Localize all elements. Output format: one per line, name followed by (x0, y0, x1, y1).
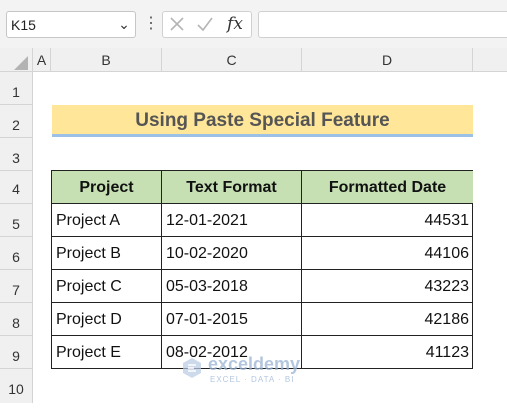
cancel-x-icon[interactable] (166, 14, 188, 36)
sheet-title: Using Paste Special Feature (52, 105, 473, 137)
table-cell-text-format[interactable]: 05-03-2018 (162, 270, 302, 303)
row-header-10[interactable]: 10 (0, 369, 33, 403)
column-header-d[interactable]: D (302, 48, 473, 72)
exceldemy-logo-icon (183, 358, 201, 378)
table-cell-formatted-date[interactable]: 43223 (302, 270, 473, 303)
chevron-down-icon[interactable]: ⌄ (115, 15, 133, 33)
column-header-b[interactable]: B (51, 48, 162, 72)
table-cell-text-format[interactable]: 10-02-2020 (162, 237, 302, 270)
table-cell-project[interactable]: Project A (52, 204, 162, 237)
table-cell-formatted-date[interactable]: 44106 (302, 237, 473, 270)
checkmark-icon[interactable] (194, 14, 216, 36)
header-project: Project (52, 171, 162, 204)
table-cell-project[interactable]: Project E (52, 336, 162, 369)
row-header-8[interactable]: 8 (0, 303, 33, 336)
select-all-triangle-icon (14, 56, 28, 70)
row-header-7[interactable]: 7 (0, 270, 33, 303)
table-cell-formatted-date[interactable]: 42186 (302, 303, 473, 336)
row-header-3[interactable]: 3 (0, 138, 33, 171)
exceldemy-watermark: exceldemy EXCEL · DATA · BI (180, 352, 340, 386)
column-header-c[interactable]: C (162, 48, 302, 72)
watermark-tagline: EXCEL · DATA · BI (210, 375, 295, 384)
row-header-9[interactable]: 9 (0, 336, 33, 369)
insert-function-button[interactable]: fx (224, 13, 246, 35)
table-cell-project[interactable]: Project B (52, 237, 162, 270)
table-cell-formatted-date[interactable]: 44531 (302, 204, 473, 237)
table-cell-project[interactable]: Project D (52, 303, 162, 336)
watermark-name: exceldemy (208, 354, 301, 374)
row-header-6[interactable]: 6 (0, 237, 33, 270)
table-cell-text-format[interactable]: 12-01-2021 (162, 204, 302, 237)
formula-input[interactable] (258, 11, 507, 38)
table-cell-text-format[interactable]: 07-01-2015 (162, 303, 302, 336)
header-text-format: Text Format (162, 171, 302, 204)
column-header-a[interactable]: A (33, 48, 51, 72)
row-header-5[interactable]: 5 (0, 204, 33, 237)
row-header-1[interactable]: 1 (0, 72, 33, 105)
header-formatted-date: Formatted Date (302, 171, 473, 204)
row-header-4[interactable]: 4 (0, 171, 33, 204)
row-header-2[interactable]: 2 (0, 105, 33, 138)
name-box-value: K15 (11, 17, 36, 33)
column-header-e[interactable] (473, 48, 507, 72)
vertical-ellipsis-icon[interactable]: ⋮ (143, 15, 159, 33)
table-cell-project[interactable]: Project C (52, 270, 162, 303)
